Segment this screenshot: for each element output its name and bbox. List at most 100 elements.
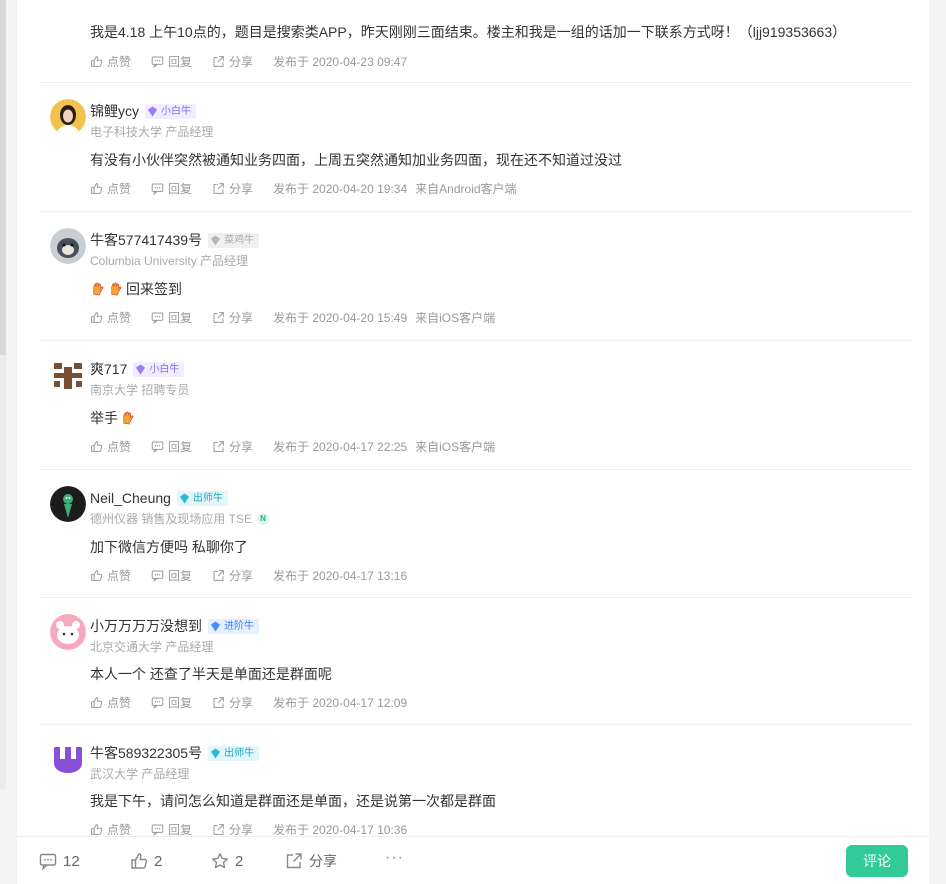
share-icon (213, 56, 224, 67)
share-label: 分享 (229, 569, 254, 583)
like-button[interactable]: 点赞 (90, 180, 131, 197)
like-count: 2 (154, 852, 163, 870)
thumb-up-icon (131, 853, 148, 869)
post-time: 发布于 2020-04-17 13:16 (273, 569, 408, 583)
reply-button[interactable]: 回复 (151, 438, 192, 455)
post-time: 发布于 2020-04-23 09:47 (273, 55, 408, 69)
avatar[interactable] (50, 357, 86, 393)
comment-actions: 点赞 回复 分享 发布于 2020-04-17 22:25 来自iOS客户端 (90, 438, 495, 455)
username[interactable]: 锦鲤ycy (90, 101, 139, 121)
reply-button[interactable]: 回复 (151, 567, 192, 584)
comment-count: 12 (63, 852, 80, 870)
level-badge: 菜鸡牛 (208, 232, 260, 248)
share-button[interactable]: 分享 (212, 567, 253, 584)
avatar[interactable] (50, 614, 86, 650)
outer-scrollbar-track (0, 355, 6, 790)
comment-icon (151, 570, 164, 582)
post-time: 发布于 2020-04-17 12:09 (273, 696, 408, 710)
reply-label: 回复 (168, 440, 193, 454)
comment-item: Neil_Cheung 出师牛 德州仪器 销售及现场应用 TSE N 加下微信方便… (39, 470, 912, 598)
like-label: 点赞 (107, 440, 132, 454)
share-button[interactable]: 分享 (212, 694, 253, 711)
favorite-count-button[interactable]: 2 (211, 849, 243, 873)
share-button[interactable]: 分享 (212, 438, 253, 455)
username[interactable]: Neil_Cheung (90, 490, 171, 506)
outer-scrollbar-thumb[interactable] (0, 0, 6, 355)
reply-button[interactable]: 回复 (151, 309, 192, 326)
username[interactable]: 牛客577417439号 (90, 230, 202, 250)
user-subtitle: Columbia University 产品经理 (90, 254, 249, 268)
reply-button[interactable]: 回复 (151, 53, 192, 70)
comment-item: 锦鲤ycy 小白牛 电子科技大学 产品经理 有没有小伙伴突然被通知业务四面，上周… (39, 83, 912, 212)
avatar[interactable] (50, 228, 86, 264)
comment-content: 我是下午，请问怎么知道是群面还是单面，还是说第一次都是群面 (90, 793, 496, 809)
comment-icon (151, 697, 164, 709)
share-icon (213, 312, 224, 323)
comment-text: 举手 (90, 410, 118, 426)
like-button[interactable]: 点赞 (90, 694, 131, 711)
user-subtitle: 武汉大学 产品经理 (90, 767, 190, 781)
comment-icon (151, 824, 164, 836)
verified-n-icon: N (257, 512, 270, 525)
raised-hand-emoji-icon (93, 282, 104, 296)
share-button[interactable]: 分享 (212, 180, 253, 197)
share-icon (213, 824, 224, 835)
username[interactable]: 牛客589322305号 (90, 743, 202, 763)
share-button[interactable]: 分享 (212, 53, 253, 70)
user-subtitle: 南京大学 招聘专员 (90, 383, 190, 397)
comment-text: 回来签到 (126, 281, 182, 297)
avatar[interactable] (50, 486, 86, 522)
reply-button[interactable]: 回复 (151, 694, 192, 711)
teal-diamond-icon (210, 747, 221, 759)
comment-item: 牛客577417439号 菜鸡牛 Columbia University 产品经… (39, 212, 912, 341)
comment-icon (151, 312, 164, 324)
comment-item: 爽717 小白牛 南京大学 招聘专员 举手 点赞 回复 分享 发布于 2020-… (39, 341, 912, 470)
share-icon (213, 441, 224, 452)
share-label: 分享 (229, 696, 254, 710)
like-count-button[interactable]: 2 (130, 849, 162, 873)
share-button[interactable]: 分享 (212, 309, 253, 326)
comment-icon (151, 441, 164, 453)
share-icon (213, 570, 224, 581)
avatar[interactable] (50, 741, 86, 777)
comment-content: 我是4.18 上午10点的，题目是搜索类APP，昨天刚刚三面结束。楼主和我是一组… (90, 24, 847, 40)
comment-actions: 点赞 回复 分享 发布于 2020-04-17 12:09 (90, 694, 407, 711)
username[interactable]: 爽717 (90, 359, 127, 379)
like-label: 点赞 (107, 696, 132, 710)
favorite-count: 2 (235, 852, 244, 870)
comment-content: 本人一个 还查了半天是单面还是群面呢 (90, 666, 332, 682)
comment-content: 加下微信方便吗 私聊你了 (90, 539, 248, 555)
comment-icon (151, 183, 164, 195)
reply-label: 回复 (168, 569, 193, 583)
share-post-button[interactable]: 分享 (285, 849, 337, 873)
reply-button[interactable]: 回复 (151, 180, 192, 197)
like-button[interactable]: 点赞 (90, 567, 131, 584)
reply-label: 回复 (168, 182, 193, 196)
post-client: 来自iOS客户端 (415, 311, 496, 325)
comment-actions: 点赞 回复 分享 发布于 2020-04-20 15:49 来自iOS客户端 (90, 309, 495, 326)
share-post-label: 分享 (309, 853, 337, 869)
share-icon (213, 183, 224, 194)
thumb-up-icon (91, 824, 103, 835)
like-label: 点赞 (107, 311, 132, 325)
thumb-up-icon (91, 56, 103, 67)
like-button[interactable]: 点赞 (90, 309, 131, 326)
like-button[interactable]: 点赞 (90, 53, 131, 70)
comment-item: 我是4.18 上午10点的，题目是搜索类APP，昨天刚刚三面结束。楼主和我是一组… (39, 0, 912, 83)
comment-count-button[interactable]: 12 (39, 849, 80, 873)
like-button[interactable]: 点赞 (90, 438, 131, 455)
level-badge: 出师牛 (208, 745, 260, 761)
badge-label: 出师牛 (192, 492, 223, 504)
post-time: 发布于 2020-04-17 22:25 (273, 440, 408, 454)
more-options-button[interactable]: ··· (385, 849, 404, 867)
level-badge: 进阶牛 (208, 618, 259, 634)
share-icon (286, 853, 302, 869)
username[interactable]: 小万万万万没想到 (90, 616, 202, 636)
comments-panel: 我是4.18 上午10点的，题目是搜索类APP，昨天刚刚三面结束。楼主和我是一组… (17, 0, 929, 884)
badge-label: 进阶牛 (224, 620, 254, 632)
post-comment-button[interactable]: 评论 (846, 845, 908, 877)
avatar[interactable] (50, 99, 86, 135)
comment-content: 有没有小伙伴突然被通知业务四面，上周五突然通知加业务四面，现在还不知道过没过 (90, 152, 622, 168)
share-label: 分享 (229, 311, 254, 325)
comment-icon (39, 853, 57, 870)
